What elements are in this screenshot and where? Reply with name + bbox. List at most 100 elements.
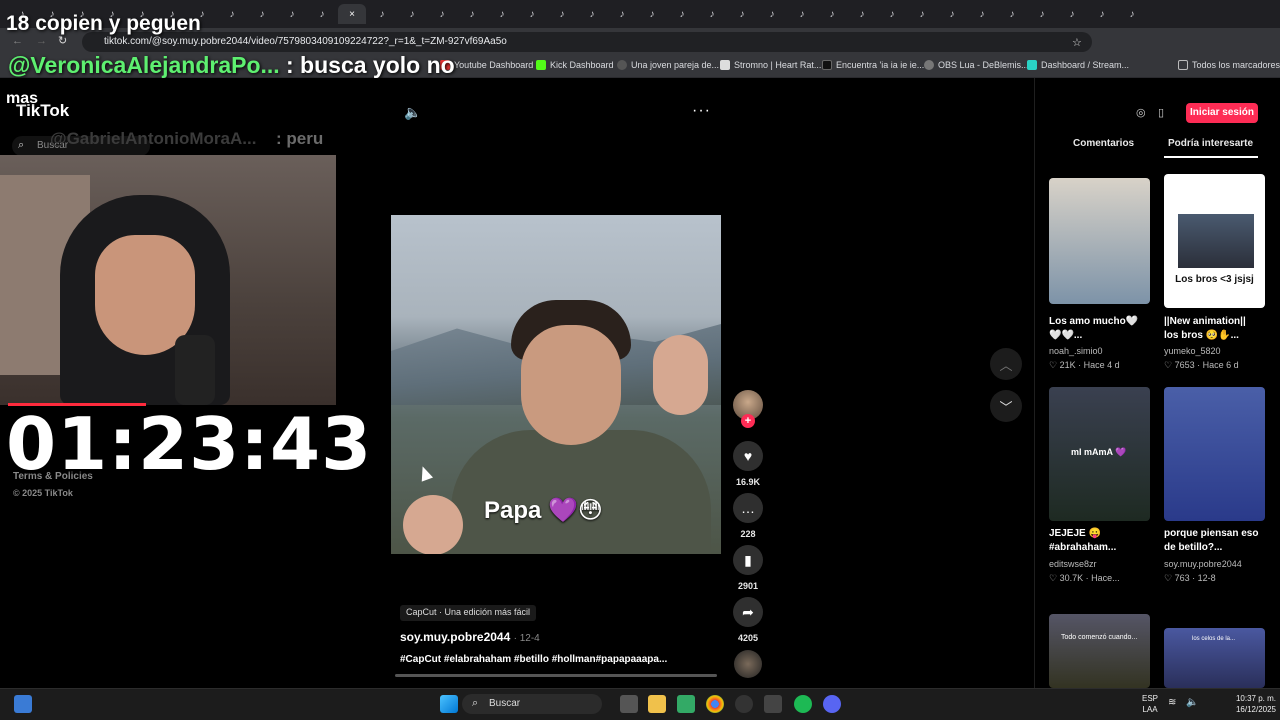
bookmark-item[interactable]: Stromno | Heart Rat...: [720, 60, 821, 70]
browser-tab[interactable]: ♪: [308, 4, 336, 24]
previous-video-chevron-up-icon[interactable]: ︿: [990, 348, 1022, 380]
spotify-icon[interactable]: [794, 695, 812, 713]
bookmark-item[interactable]: Una joven pareja de...: [617, 60, 719, 70]
task-view-icon[interactable]: [620, 695, 638, 713]
browser-tab[interactable]: ♪: [548, 4, 576, 24]
music-disc-icon[interactable]: [734, 650, 762, 678]
browser-tab[interactable]: ♪: [368, 4, 396, 24]
bookmark-item[interactable]: Kick Dashboard: [536, 60, 614, 70]
browser-tab[interactable]: ♪: [1058, 4, 1086, 24]
browser-tab[interactable]: ♪: [998, 4, 1026, 24]
browser-tab[interactable]: ♪: [488, 4, 516, 24]
browser-tab[interactable]: ♪: [758, 4, 786, 24]
browser-tab[interactable]: ♪: [638, 4, 666, 24]
recommendation-user[interactable]: yumeko_5820: [1164, 346, 1221, 356]
like-heart-icon[interactable]: ♥: [733, 441, 763, 471]
stream-timer: 01:23:43: [6, 402, 373, 486]
bookmark-item[interactable]: Encuentra 'ia ia ie ie...: [822, 60, 924, 70]
recommendation-user[interactable]: noah_.simio0: [1049, 346, 1103, 356]
screen: ♪ ♪ ♪ ♪ ♪ ♪ ♪ ♪ ♪ ♪ ♪ × ♪ ♪ ♪ ♪ ♪ ♪ ♪ ♪ ♪ ♪ ♪ ♪ ♪ ♪ ♪ ♪ ♪ ♪ ♪ ♪ ♪ ♪ ♪ ♪ ♪ ♪ ←…: [0, 0, 1280, 720]
recommendation-title[interactable]: ||New animation|| los bros 🥺✋...: [1164, 315, 1260, 343]
back-icon[interactable]: ←: [12, 35, 23, 47]
wifi-icon[interactable]: ≋: [1168, 697, 1176, 708]
input-language[interactable]: ESP LAA: [1140, 693, 1160, 715]
browser-tab[interactable]: ♪: [938, 4, 966, 24]
capcut-anchor-link[interactable]: CapCut · Una edición más fácil: [400, 605, 537, 621]
discord-icon[interactable]: [823, 695, 841, 713]
browser-tab[interactable]: ♪: [458, 4, 486, 24]
all-bookmarks-item[interactable]: Todos los marcadores: [1178, 60, 1280, 70]
bookmark-item[interactable]: OBS Lua - DeBlemis...: [924, 60, 1029, 70]
more-options-icon[interactable]: ···: [692, 102, 711, 120]
browser-tab[interactable]: ♪: [248, 4, 276, 24]
recommendation-user[interactable]: soy.muy.pobre2044: [1164, 559, 1242, 569]
system-clock[interactable]: 10:37 p. m. 16/12/2025: [1226, 693, 1276, 715]
url-bar[interactable]: tiktok.com/@soy.muy.pobre2044/video/7579…: [82, 32, 1092, 52]
overlay-title: 18 copien y peguen: [6, 12, 201, 35]
recommendation-user[interactable]: editswse8zr: [1049, 559, 1097, 569]
store-icon[interactable]: [677, 695, 695, 713]
browser-tab[interactable]: ♪: [608, 4, 636, 24]
widgets-icon[interactable]: [14, 695, 32, 713]
app-icon[interactable]: [764, 695, 782, 713]
bookmark-star-icon[interactable]: ☆: [1072, 36, 1082, 49]
browser-tab[interactable]: ♪: [218, 4, 246, 24]
recommendation-thumbnail[interactable]: mI mAmA 💜: [1049, 387, 1150, 521]
browser-tab[interactable]: ×: [338, 4, 366, 24]
bookmark-icon[interactable]: ▮: [733, 545, 763, 575]
browser-tab[interactable]: ♪: [788, 4, 816, 24]
browser-tab[interactable]: ♪: [398, 4, 426, 24]
recommendation-thumbnail[interactable]: los celos de la...: [1164, 628, 1265, 688]
thumbnail-text: mI mAmA 💜: [1071, 447, 1127, 457]
browser-tab[interactable]: ♪: [428, 4, 456, 24]
stream-icon: [1027, 60, 1037, 70]
volume-icon[interactable]: 🔈: [404, 104, 421, 121]
browser-tab[interactable]: ♪: [1088, 4, 1116, 24]
coin-icon[interactable]: ◎: [1136, 106, 1146, 119]
recommendation-thumbnail[interactable]: [1164, 387, 1265, 521]
browser-tab[interactable]: ♪: [878, 4, 906, 24]
obs-icon[interactable]: [735, 695, 753, 713]
browser-tab[interactable]: ♪: [1118, 4, 1146, 24]
windows-start-icon[interactable]: [440, 695, 458, 713]
browser-tab[interactable]: ♪: [668, 4, 696, 24]
recommendation-thumbnail[interactable]: Los bros <3 jsjsj: [1164, 174, 1265, 308]
taskbar-search[interactable]: Buscar: [462, 694, 602, 714]
browser-tab[interactable]: ♪: [1028, 4, 1056, 24]
browser-tab[interactable]: ♪: [698, 4, 726, 24]
next-video-chevron-down-icon[interactable]: ﹀: [990, 390, 1022, 422]
browser-tab[interactable]: ♪: [818, 4, 846, 24]
browser-tab[interactable]: ♪: [578, 4, 606, 24]
comment-icon[interactable]: …: [733, 493, 763, 523]
device-icon[interactable]: ▯: [1158, 106, 1164, 119]
file-explorer-icon[interactable]: [648, 695, 666, 713]
browser-tab[interactable]: ♪: [968, 4, 996, 24]
thumbnail-text: los celos de la...: [1192, 636, 1236, 642]
recommendation-stats: ♡ 30.7K · Hace...: [1049, 573, 1120, 583]
share-arrow-icon[interactable]: ➦: [733, 597, 763, 627]
video-progress-bar[interactable]: [395, 674, 717, 677]
tab-comments[interactable]: Comentarios: [1073, 138, 1134, 149]
recommendation-title[interactable]: JEJEJE 😛 #abrahaham...: [1049, 527, 1145, 555]
video-person-body: [451, 430, 711, 554]
browser-tab[interactable]: ♪: [908, 4, 936, 24]
chrome-icon[interactable]: [706, 695, 724, 713]
recommendation-thumbnail[interactable]: Todo comenzó cuando...: [1049, 614, 1150, 688]
browser-tab[interactable]: ♪: [278, 4, 306, 24]
browser-tab[interactable]: ♪: [518, 4, 546, 24]
active-tab-indicator: [1164, 156, 1258, 158]
tab-recommendations[interactable]: Podría interesarte: [1168, 138, 1253, 149]
recommendation-thumbnail[interactable]: [1049, 178, 1150, 304]
speaker-icon[interactable]: 🔈: [1186, 697, 1198, 708]
video-hashtags[interactable]: #CapCut #elabrahaham #betillo #hollman#p…: [400, 654, 667, 665]
recommendation-title[interactable]: porque piensan eso de betillo?...: [1164, 527, 1260, 555]
recommendation-title[interactable]: Los amo mucho🤍🤍🤍...: [1049, 315, 1145, 343]
video-person-hand: [653, 335, 708, 415]
forward-icon[interactable]: →: [36, 35, 47, 47]
follow-plus-icon[interactable]: +: [741, 414, 755, 428]
author-name-line[interactable]: soy.muy.pobre2044 · 12-4: [400, 630, 540, 644]
browser-tab[interactable]: ♪: [728, 4, 756, 24]
login-button[interactable]: Iniciar sesión: [1186, 103, 1258, 123]
bookmark-item[interactable]: Dashboard / Stream...: [1027, 60, 1129, 70]
browser-tab[interactable]: ♪: [848, 4, 876, 24]
